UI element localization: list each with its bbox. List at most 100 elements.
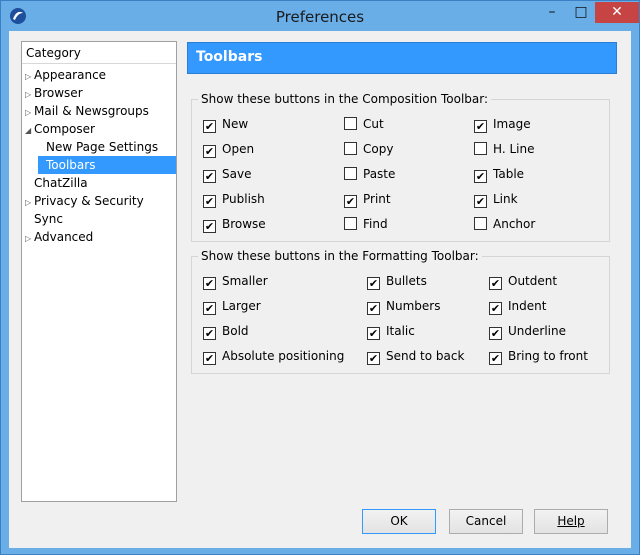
checkbox-label: Indent <box>508 299 547 313</box>
ok-button[interactable]: OK <box>362 509 436 534</box>
checkbox-label: Italic <box>386 324 415 338</box>
checkbox-label: Smaller <box>222 274 268 288</box>
checkbox-label: Bold <box>222 324 249 338</box>
cancel-button[interactable]: Cancel <box>449 509 523 534</box>
checkmark-icon[interactable]: ✔ <box>203 302 216 315</box>
checkmark-icon[interactable]: ✔ <box>203 120 216 133</box>
checkmark-icon[interactable]: ✔ <box>474 120 487 133</box>
sidebar-item[interactable]: Sync <box>22 210 176 228</box>
checkmark-icon[interactable]: ✔ <box>203 220 216 233</box>
checkbox-label: Open <box>222 142 255 156</box>
checkbox-label: Bring to front <box>508 349 588 363</box>
checkbox-larger[interactable]: ✔ Larger <box>203 299 261 315</box>
checkbox-smaller[interactable]: ✔ Smaller <box>203 274 268 290</box>
checkbox-find[interactable]: Find <box>344 217 388 233</box>
minimize-button[interactable]: – <box>539 2 565 23</box>
checkmark-icon[interactable]: ✔ <box>203 195 216 208</box>
sidebar-item-label: New Page Settings <box>46 140 159 154</box>
checkbox-label: Anchor <box>493 217 536 231</box>
sidebar-item-label: ChatZilla <box>34 176 88 190</box>
checkbox-numbers[interactable]: ✔ Numbers <box>367 299 440 315</box>
checkmark-icon[interactable]: ✔ <box>203 327 216 340</box>
checkbox-indent[interactable]: ✔ Indent <box>489 299 546 315</box>
sidebar-item[interactable]: ChatZilla <box>22 174 176 192</box>
checkbox-bring-to-front[interactable]: ✔ Bring to front <box>489 349 588 365</box>
title-bar[interactable]: Preferences – □ ✕ <box>1 1 639 31</box>
maximize-button[interactable]: □ <box>568 2 594 23</box>
checkmark-icon[interactable]: ✔ <box>203 170 216 183</box>
sidebar-item-label: Browser <box>34 86 83 100</box>
checkmark-icon[interactable]: ✔ <box>367 327 380 340</box>
empty-checkbox-icon[interactable] <box>344 142 357 155</box>
sidebar-item[interactable]: ◢ Composer <box>22 120 176 138</box>
checkbox-save[interactable]: ✔ Save <box>203 167 251 183</box>
checkmark-icon[interactable]: ✔ <box>367 302 380 315</box>
checkbox-paste[interactable]: Paste <box>344 167 395 183</box>
category-list: ▷ Appearance ▷ Browser ▷ Mail & Newsgroups ◢ Co… <box>22 66 176 246</box>
sidebar-item[interactable]: ▷ Appearance <box>22 66 176 84</box>
checkmark-icon[interactable]: ✔ <box>489 302 502 315</box>
checkbox-label: Find <box>363 217 388 231</box>
checkbox-new[interactable]: ✔ New <box>203 117 248 133</box>
checkmark-icon[interactable]: ✔ <box>474 195 487 208</box>
checkbox-label: Bullets <box>386 274 427 288</box>
sidebar-item[interactable]: Toolbars <box>38 156 176 174</box>
checkmark-icon[interactable]: ✔ <box>203 277 216 290</box>
checkbox-absolute-positioning[interactable]: ✔ Absolute positioning <box>203 349 344 365</box>
formatting-group-title: Show these buttons in the Formatting Too… <box>198 249 482 263</box>
checkbox-cut[interactable]: Cut <box>344 117 384 133</box>
checkbox-bullets[interactable]: ✔ Bullets <box>367 274 427 290</box>
checkbox-h-line[interactable]: H. Line <box>474 142 534 158</box>
checkbox-label: Browse <box>222 217 266 231</box>
composition-group-title: Show these buttons in the Composition To… <box>198 92 492 106</box>
sidebar-item[interactable]: ▷ Mail & Newsgroups <box>22 102 176 120</box>
composition-toolbar-group: Show these buttons in the Composition To… <box>191 92 610 242</box>
empty-checkbox-icon[interactable] <box>474 142 487 155</box>
empty-checkbox-icon[interactable] <box>474 217 487 230</box>
empty-checkbox-icon[interactable] <box>344 217 357 230</box>
checkmark-icon[interactable]: ✔ <box>203 145 216 158</box>
checkbox-label: Cut <box>363 117 384 131</box>
category-tree[interactable]: Category ▷ Appearance ▷ Browser ▷ Mail & News… <box>21 41 177 502</box>
sidebar-item-label: Advanced <box>34 230 94 244</box>
checkmark-icon[interactable]: ✔ <box>367 352 380 365</box>
checkbox-link[interactable]: ✔ Link <box>474 192 518 208</box>
checkbox-label: Absolute positioning <box>222 349 345 363</box>
checkmark-icon[interactable]: ✔ <box>344 195 357 208</box>
collapsed-arrow-icon[interactable]: ▷ <box>25 230 33 248</box>
checkbox-label: Paste <box>363 167 396 181</box>
preferences-window: Preferences – □ ✕ Category ▷ Appearance ▷ B… <box>0 0 640 555</box>
checkbox-bold[interactable]: ✔ Bold <box>203 324 249 340</box>
sidebar-item-label: Sync <box>34 212 63 226</box>
empty-checkbox-icon[interactable] <box>344 167 357 180</box>
checkbox-italic[interactable]: ✔ Italic <box>367 324 415 340</box>
checkbox-table[interactable]: ✔ Table <box>474 167 524 183</box>
checkbox-publish[interactable]: ✔ Publish <box>203 192 265 208</box>
checkbox-browse[interactable]: ✔ Browse <box>203 217 266 233</box>
checkbox-anchor[interactable]: Anchor <box>474 217 535 233</box>
sidebar-item[interactable]: New Page Settings <box>22 138 176 156</box>
checkbox-copy[interactable]: Copy <box>344 142 393 158</box>
checkbox-label: H. Line <box>493 142 535 156</box>
checkmark-icon[interactable]: ✔ <box>367 277 380 290</box>
checkbox-send-to-back[interactable]: ✔ Send to back <box>367 349 464 365</box>
checkbox-open[interactable]: ✔ Open <box>203 142 254 158</box>
checkmark-icon[interactable]: ✔ <box>489 327 502 340</box>
checkmark-icon[interactable]: ✔ <box>203 352 216 365</box>
empty-checkbox-icon[interactable] <box>344 117 357 130</box>
checkbox-underline[interactable]: ✔ Underline <box>489 324 566 340</box>
sidebar-item[interactable]: ▷ Browser <box>22 84 176 102</box>
checkmark-icon[interactable]: ✔ <box>474 170 487 183</box>
checkbox-label: Larger <box>222 299 261 313</box>
sidebar-item[interactable]: ▷ Advanced <box>22 228 176 246</box>
panel-title: Toolbars <box>187 42 617 74</box>
checkmark-icon[interactable]: ✔ <box>489 277 502 290</box>
sidebar-item[interactable]: ▷ Privacy & Security <box>22 192 176 210</box>
checkbox-label: Print <box>363 192 391 206</box>
checkbox-print[interactable]: ✔ Print <box>344 192 391 208</box>
help-button[interactable]: Help <box>534 509 608 534</box>
close-button[interactable]: ✕ <box>595 2 639 23</box>
checkbox-outdent[interactable]: ✔ Outdent <box>489 274 557 290</box>
checkmark-icon[interactable]: ✔ <box>489 352 502 365</box>
checkbox-image[interactable]: ✔ Image <box>474 117 531 133</box>
